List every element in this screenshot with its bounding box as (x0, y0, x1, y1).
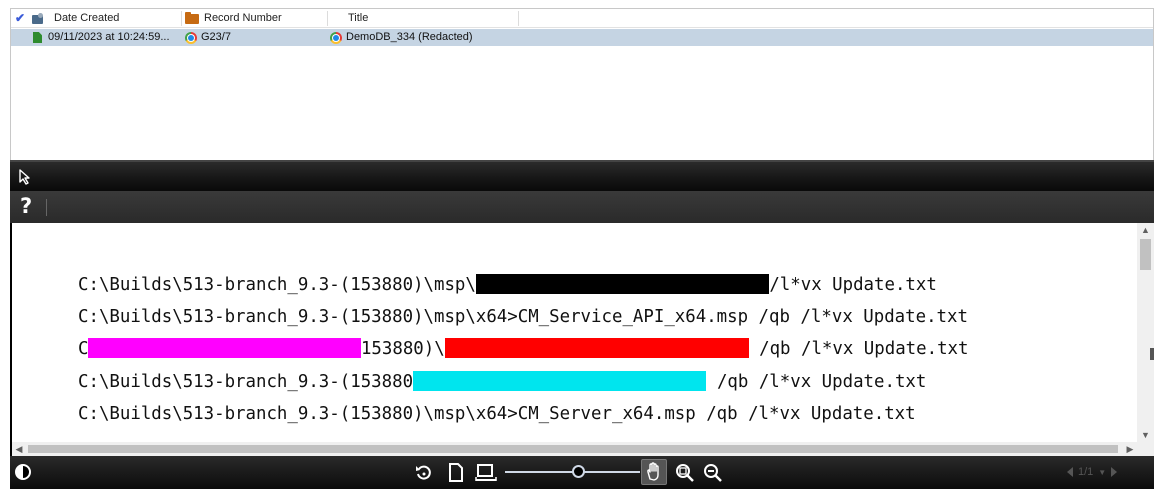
select-all-check[interactable]: ✔ (15, 9, 51, 28)
document-line: C:\Builds\513-branch_9.3-(153880)\msp\ /l… (78, 274, 937, 296)
page-navigator: 1/1 ▼ (1067, 466, 1118, 478)
column-label: Date Created (54, 12, 120, 24)
column-label: Record Number (204, 12, 282, 24)
redaction-box (475, 274, 770, 294)
help-icon[interactable]: ? (20, 194, 32, 218)
viewer-toolbar-bottom: 1/1 ▼ (10, 456, 1154, 489)
zoom-slider-knob[interactable] (572, 465, 585, 478)
column-header-record-number[interactable]: Record Number (185, 9, 282, 28)
contrast-icon[interactable] (15, 464, 31, 480)
list-header: ✔ Date Created Record Number Title (11, 9, 1153, 28)
document-icon (33, 32, 42, 43)
table-row[interactable]: 09/11/2023 at 10:24:59... G23/7 DemoDB_3… (11, 29, 1153, 46)
line-text: C (78, 339, 89, 359)
chrome-icon (185, 31, 197, 44)
fit-width-icon[interactable] (475, 464, 497, 482)
scroll-thumb[interactable] (1140, 239, 1151, 270)
zoom-area-icon[interactable] (675, 463, 695, 483)
document-viewer: ? C:\Builds\513-branch_9.3-(153880)\msp\… (10, 160, 1154, 489)
vertical-scrollbar[interactable]: ▲ ▼ (1137, 223, 1154, 442)
column-label: Title (348, 12, 369, 24)
page-icon[interactable] (448, 463, 464, 482)
line-text: C:\Builds\513-branch_9.3-(153880 (78, 372, 414, 392)
page-dropdown-icon[interactable]: ▼ (1098, 468, 1106, 477)
cell-date-created: 09/11/2023 at 10:24:59... (48, 31, 170, 43)
record-type-icon (31, 12, 45, 25)
line-text: C:\Builds\513-branch_9.3-(153880)\msp\x6… (78, 404, 916, 424)
document-line: C:\Builds\513-branch_9.3-(153880)\msp\x6… (78, 306, 968, 328)
chrome-icon (330, 31, 342, 44)
column-header-date-created[interactable]: Date Created (54, 9, 119, 28)
line-text: C:\Builds\513-branch_9.3-(153880)\msp\x6… (78, 307, 968, 327)
check-icon: ✔ (15, 11, 26, 25)
next-page-icon[interactable] (1111, 467, 1118, 477)
scroll-left-button[interactable]: ◀ (12, 442, 26, 456)
cell-title: DemoDB_334 (Redacted) (346, 31, 473, 43)
redaction-box (413, 371, 707, 391)
horizontal-scrollbar[interactable]: ◀ ▶ (12, 442, 1137, 456)
redaction-box (444, 338, 749, 358)
document-line: C:\Builds\513-branch_9.3-(153880 /qb /l*… (78, 371, 926, 393)
line-text: /qb /l*vx Update.txt (748, 339, 969, 359)
line-text: C:\Builds\513-branch_9.3-(153880)\msp\ (78, 275, 476, 295)
redaction-box (88, 338, 361, 358)
hand-icon (647, 462, 659, 481)
zoom-out-icon[interactable] (703, 463, 723, 483)
viewer-toolbar-top (10, 160, 1154, 191)
rotate-icon[interactable] (415, 464, 433, 482)
line-text: /qb /l*vx Update.txt (706, 372, 927, 392)
document-line: C 153880)\ /qb /l*vx Update.txt (78, 338, 969, 360)
scroll-right-button[interactable]: ▶ (1123, 442, 1137, 456)
scroll-down-button[interactable]: ▼ (1137, 428, 1154, 442)
line-text: 153880)\ (360, 339, 445, 359)
cell-record-number: G23/7 (201, 31, 231, 43)
page-indicator: 1/1 (1078, 466, 1094, 478)
previous-page-icon[interactable] (1067, 467, 1073, 477)
scroll-thumb[interactable] (28, 445, 1118, 453)
pan-button[interactable] (641, 459, 667, 485)
viewer-toolbar-help: ? (10, 191, 1154, 223)
folder-icon (185, 11, 199, 24)
scroll-up-button[interactable]: ▲ (1137, 223, 1154, 237)
record-list: ✔ Date Created Record Number Title 09/11… (10, 8, 1154, 160)
document-line: C:\Builds\513-branch_9.3-(153880)\msp\x6… (78, 403, 916, 425)
line-text: /l*vx Update.txt (769, 275, 937, 295)
pointer-icon[interactable] (18, 169, 32, 185)
document-content[interactable]: C:\Builds\513-branch_9.3-(153880)\msp\ /l… (12, 223, 1137, 442)
splitter-handle[interactable] (1150, 348, 1154, 360)
column-header-title[interactable]: Title (348, 9, 368, 28)
